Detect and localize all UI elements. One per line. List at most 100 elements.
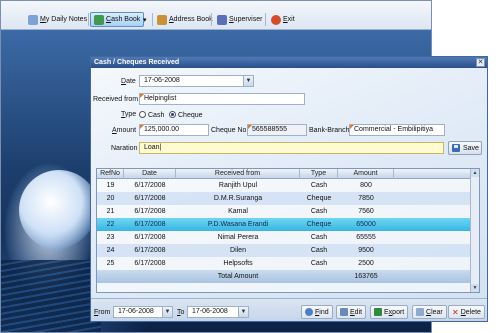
cash-cheques-dialog: Cash / Cheques Received ✕ Date 17-06-200… <box>90 56 488 322</box>
date-label: Date <box>121 78 136 85</box>
exit-label: Exit <box>283 16 295 23</box>
total-row: Total Amount 163765 <box>97 270 479 283</box>
chevron-down-icon[interactable]: ▼ <box>238 307 248 317</box>
naration-input[interactable]: Loan| <box>139 142 444 154</box>
toolbar-separator <box>211 13 212 26</box>
cell-type: Cash <box>310 260 328 267</box>
clear-label: Clear <box>426 308 443 316</box>
supervisor-label: Superviser <box>229 16 263 23</box>
bank-branch-input[interactable]: Commercial - Embilipitiya <box>349 124 445 136</box>
table-row[interactable]: 20 6/17/2008 D.M.R.Suranga Cheque 7850 <box>97 192 479 205</box>
exit-icon <box>271 14 281 25</box>
edit-button[interactable]: Edit <box>336 305 367 319</box>
cell-type: Cash <box>310 234 328 241</box>
supervisor-button[interactable]: Superviser <box>214 12 265 27</box>
cell-amount: 7850 <box>358 195 374 202</box>
cell-refno: 20 <box>106 195 115 202</box>
scroll-up-icon[interactable]: ▲ <box>471 169 479 177</box>
naration-label: Naration <box>111 145 138 152</box>
cell-received-from: Helpsofts <box>223 260 253 267</box>
toolbar-separator <box>265 13 266 26</box>
chevron-down-icon[interactable]: ▼ <box>243 76 253 86</box>
received-from-label: Received from <box>93 96 139 103</box>
column-header-received-from[interactable]: Received from <box>176 169 300 179</box>
supervisor-icon <box>217 14 227 25</box>
toolbar-separator <box>152 13 153 26</box>
find-label: Find <box>315 308 329 316</box>
cheque-no-label: Cheque No <box>211 127 247 134</box>
find-icon <box>305 308 313 316</box>
cell-amount: 65555 <box>356 234 376 241</box>
from-date-picker[interactable]: 17-06-2008 ▼ <box>113 306 173 318</box>
received-from-input[interactable]: Helpinglist <box>139 93 305 105</box>
type-cheque-radio[interactable]: Cheque <box>169 111 203 119</box>
clear-icon <box>416 308 424 316</box>
address-book-button[interactable]: Address Book <box>154 12 216 27</box>
column-header-amount[interactable]: Amount <box>338 169 394 179</box>
cash-book-icon <box>94 14 104 25</box>
required-flag-icon <box>140 94 144 98</box>
chevron-down-icon: ▾ <box>143 16 147 24</box>
main-toolbar: My Daily Notes Cash Book ▾ Address Book … <box>1 1 431 30</box>
edit-icon <box>340 308 348 316</box>
cheque-no-input[interactable]: 565588555 <box>247 124 307 136</box>
cash-book-button[interactable]: Cash Book <box>90 12 145 27</box>
type-cash-radio[interactable]: Cash <box>139 111 164 119</box>
required-flag-icon <box>248 125 252 129</box>
exit-button[interactable]: Exit <box>268 12 298 27</box>
to-date-picker[interactable]: 17-06-2008 ▼ <box>187 306 249 318</box>
to-label: To <box>177 309 185 316</box>
delete-label: Delete <box>460 308 481 316</box>
amount-label: Amount <box>112 127 137 134</box>
dialog-footer: From 17-06-2008 ▼ To 17-06-2008 ▼ Find E… <box>91 298 487 321</box>
table-row[interactable]: 25 6/17/2008 Helpsofts Cash 2500 <box>97 257 479 270</box>
cash-book-dropdown-button[interactable]: ▾ <box>142 12 151 27</box>
cell-received-from: Kamal <box>228 208 248 215</box>
total-label: Total Amount <box>217 273 259 280</box>
table-row[interactable]: 24 6/17/2008 Dilen Cash 9500 <box>97 244 479 257</box>
my-daily-notes-button[interactable]: My Daily Notes <box>25 12 90 27</box>
cell-amount: 800 <box>360 182 372 189</box>
chevron-down-icon[interactable]: ▼ <box>162 307 172 317</box>
grid-scrollbar[interactable]: ▲ ▼ <box>470 169 479 292</box>
delete-button[interactable]: ✕ Delete <box>448 305 485 319</box>
cell-date: 6/17/2008 <box>134 221 166 228</box>
cell-type: Cash <box>310 208 328 215</box>
table-row[interactable]: 23 6/17/2008 Nimal Perera Cash 65555 <box>97 231 479 244</box>
cell-refno: 25 <box>106 260 115 267</box>
save-label: Save <box>463 144 479 152</box>
cell-amount: 65000 <box>356 221 376 228</box>
cell-date: 6/17/2008 <box>134 234 166 241</box>
table-row[interactable]: 19 6/17/2008 Ranjith Upul Cash 800 <box>97 179 479 192</box>
date-picker[interactable]: 17-06-2008 ▼ <box>139 75 254 87</box>
cell-refno: 19 <box>106 182 115 189</box>
table-row[interactable]: 21 6/17/2008 Kamal Cash 7560 <box>97 205 479 218</box>
column-header-date[interactable]: Date <box>124 169 176 179</box>
my-daily-notes-label: My Daily Notes <box>40 16 88 23</box>
clear-button[interactable]: Clear <box>412 305 447 319</box>
cell-received-from: Nimal Perera <box>217 234 259 241</box>
cell-date: 6/17/2008 <box>134 195 166 202</box>
table-row[interactable]: 22 6/17/2008 P.D.Wasana Erandi Cheque 65000 <box>97 218 479 231</box>
edit-label: Edit <box>350 308 363 316</box>
delete-icon: ✕ <box>452 307 459 317</box>
column-header-refno[interactable]: RefNo <box>97 169 124 179</box>
cell-type: Cash <box>310 182 328 189</box>
find-button[interactable]: Find <box>301 305 333 319</box>
notes-icon <box>28 14 38 25</box>
dialog-title: Cash / Cheques Received <box>91 57 487 68</box>
scroll-down-icon[interactable]: ▼ <box>471 284 479 292</box>
moon-image <box>19 170 99 250</box>
bank-branch-label: Bank-Branch <box>309 127 350 134</box>
radio-icon <box>139 111 146 118</box>
required-flag-icon <box>140 125 144 129</box>
cell-refno: 24 <box>106 247 115 254</box>
cell-type: Cheque <box>306 195 332 202</box>
column-header-type[interactable]: Type <box>300 169 338 179</box>
amount-input[interactable]: 125,000.00 <box>139 124 209 136</box>
close-icon[interactable]: ✕ <box>476 58 485 67</box>
cell-refno: 22 <box>106 221 115 228</box>
save-button[interactable]: Save <box>448 141 482 155</box>
export-button[interactable]: Export <box>370 305 409 319</box>
cell-received-from: P.D.Wasana Erandi <box>207 221 269 228</box>
